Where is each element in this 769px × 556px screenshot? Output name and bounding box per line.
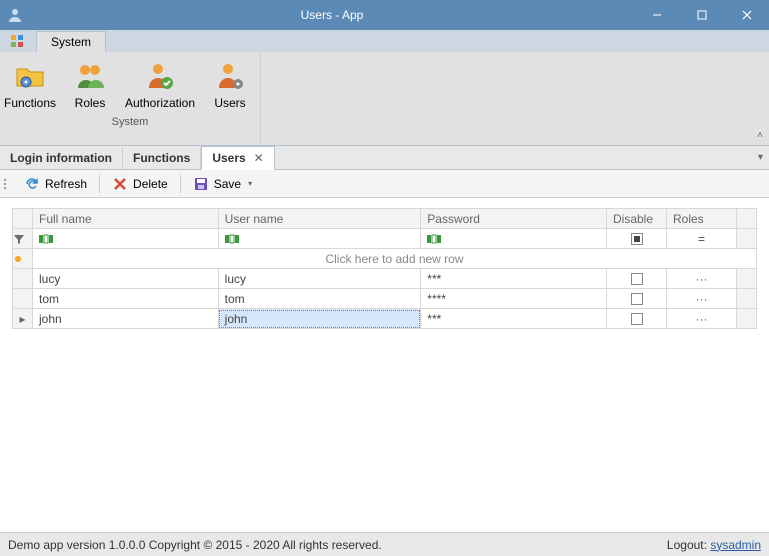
filter-password[interactable] — [421, 229, 607, 249]
quick-access-icon[interactable] — [0, 30, 34, 52]
title-bar: Users - App — [0, 0, 769, 30]
table-row[interactable]: tom tom **** ··· — [13, 289, 757, 309]
checkbox-mixed-icon — [631, 233, 643, 245]
col-header-disable[interactable]: Disable — [607, 209, 667, 229]
toolbar-separator — [180, 175, 181, 193]
window-title: Users - App — [30, 8, 634, 22]
cell-username[interactable]: tom — [218, 289, 421, 309]
grid-area: Full name User name Password Disable Rol… — [0, 198, 769, 532]
ribbon-group-caption: System — [0, 114, 260, 130]
ribbon-functions-label: Functions — [4, 96, 56, 110]
save-label: Save — [214, 177, 241, 191]
table-row[interactable]: lucy lucy *** ··· — [13, 269, 757, 289]
delete-button[interactable]: Delete — [104, 173, 176, 195]
col-header-password[interactable]: Password — [421, 209, 607, 229]
checkbox-icon — [631, 293, 643, 305]
refresh-button[interactable]: Refresh — [16, 173, 95, 195]
refresh-icon — [24, 176, 40, 192]
ribbon-group-system: Functions Roles Authorization Users — [0, 52, 261, 145]
save-icon — [193, 176, 209, 192]
app-icon — [0, 7, 30, 23]
user-gear-icon — [214, 60, 246, 92]
users-grid[interactable]: Full name User name Password Disable Rol… — [12, 208, 757, 329]
cell-disable[interactable] — [607, 269, 667, 289]
delete-label: Delete — [133, 177, 168, 191]
document-tab-strip: Login information Functions Users✕ ▾ — [0, 146, 769, 170]
logout-user-link[interactable]: sysadmin — [710, 538, 761, 552]
cell-fullname[interactable]: john — [33, 309, 219, 329]
filter-roles[interactable]: = — [667, 229, 737, 249]
ribbon-authorization-button[interactable]: Authorization — [120, 56, 200, 114]
row-indicator-header — [13, 209, 33, 229]
cell-password[interactable]: *** — [421, 309, 607, 329]
tab-users[interactable]: Users✕ — [201, 146, 274, 170]
chevron-down-icon: ▾ — [248, 179, 252, 188]
table-row[interactable]: ▸ john john *** ··· — [13, 309, 757, 329]
cell-password[interactable]: **** — [421, 289, 607, 309]
tab-login-information[interactable]: Login information — [0, 147, 123, 169]
col-header-username[interactable]: User name — [218, 209, 421, 229]
header-row: Full name User name Password Disable Rol… — [13, 209, 757, 229]
folder-gear-icon — [14, 60, 46, 92]
ribbon-users-button[interactable]: Users — [200, 56, 260, 114]
toolbar-grip — [4, 179, 10, 189]
cell-fullname[interactable]: lucy — [33, 269, 219, 289]
document-menu-button[interactable]: ▾ — [758, 152, 763, 163]
save-button[interactable]: Save ▾ — [185, 173, 260, 195]
ribbon-roles-label: Roles — [75, 96, 106, 110]
users-group-icon — [74, 60, 106, 92]
col-header-fullname[interactable]: Full name — [33, 209, 219, 229]
filter-username[interactable] — [218, 229, 421, 249]
current-row-indicator: ▸ — [13, 309, 33, 329]
ribbon-collapse-button[interactable]: ˄ — [757, 130, 763, 141]
tab-functions[interactable]: Functions — [123, 147, 201, 169]
filter-disable[interactable] — [607, 229, 667, 249]
toolbar: Refresh Delete Save ▾ — [0, 170, 769, 198]
new-row-indicator — [13, 249, 33, 269]
cell-fullname[interactable]: tom — [33, 289, 219, 309]
refresh-label: Refresh — [45, 177, 87, 191]
ribbon-users-label: Users — [214, 96, 245, 110]
logout-area: Logout: sysadmin — [667, 538, 761, 552]
ribbon-authorization-label: Authorization — [125, 96, 195, 110]
status-text: Demo app version 1.0.0.0 Copyright © 201… — [8, 538, 382, 552]
col-header-roles[interactable]: Roles — [667, 209, 737, 229]
status-bar: Demo app version 1.0.0.0 Copyright © 201… — [0, 532, 769, 556]
add-new-row-label: Click here to add new row — [33, 249, 757, 269]
filter-icon[interactable] — [13, 229, 33, 249]
maximize-button[interactable] — [679, 0, 724, 30]
cell-disable[interactable] — [607, 309, 667, 329]
filter-fullname[interactable] — [33, 229, 219, 249]
tab-close-icon[interactable]: ✕ — [254, 151, 264, 165]
checkbox-icon — [631, 273, 643, 285]
user-check-icon — [144, 60, 176, 92]
ellipsis-button[interactable]: ··· — [696, 272, 708, 286]
cell-disable[interactable] — [607, 289, 667, 309]
ellipsis-button[interactable]: ··· — [696, 312, 708, 326]
ribbon-functions-button[interactable]: Functions — [0, 56, 60, 114]
ribbon-tab-strip: System — [0, 30, 769, 52]
toolbar-separator — [99, 175, 100, 193]
ellipsis-button[interactable]: ··· — [696, 292, 708, 306]
close-button[interactable] — [724, 0, 769, 30]
ribbon-tab-system[interactable]: System — [36, 31, 106, 52]
cell-username-editing[interactable]: john — [218, 309, 421, 329]
logout-label: Logout: — [667, 538, 707, 552]
checkbox-icon — [631, 313, 643, 325]
cell-username[interactable]: lucy — [218, 269, 421, 289]
cell-roles[interactable]: ··· — [667, 289, 737, 309]
delete-icon — [112, 176, 128, 192]
cell-roles[interactable]: ··· — [667, 269, 737, 289]
filter-row[interactable]: = — [13, 229, 757, 249]
minimize-button[interactable] — [634, 0, 679, 30]
cell-roles[interactable]: ··· — [667, 309, 737, 329]
cell-password[interactable]: *** — [421, 269, 607, 289]
add-new-row[interactable]: Click here to add new row — [13, 249, 757, 269]
ribbon-roles-button[interactable]: Roles — [60, 56, 120, 114]
ribbon-body: Functions Roles Authorization Users — [0, 52, 769, 146]
